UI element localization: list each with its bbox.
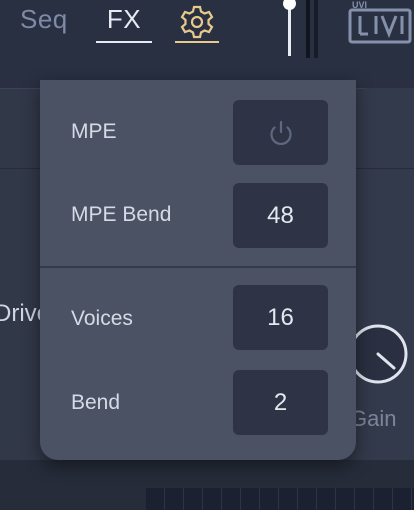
bend-value[interactable]: 2 (233, 370, 328, 435)
level-meter-right (314, 0, 318, 58)
gear-icon[interactable] (175, 2, 219, 42)
mpe-toggle-button[interactable] (233, 100, 328, 165)
mpe-bend-value[interactable]: 48 (233, 183, 328, 248)
top-bar: Seq FX UVI (0, 0, 414, 80)
step-grid[interactable] (146, 488, 414, 510)
popup-divider (40, 266, 356, 268)
gain-label: Gain (350, 406, 397, 431)
voices-label: Voices (71, 307, 133, 330)
tab-fx[interactable]: FX (96, 4, 152, 35)
settings-popup: MPE MPE Bend 48 Voices 16 Bend 2 (40, 80, 356, 460)
tab-fx-underline (96, 41, 152, 43)
bend-label: Bend (71, 391, 121, 414)
voices-value[interactable]: 16 (233, 285, 328, 350)
power-icon (269, 120, 292, 145)
side-panel (352, 88, 414, 460)
level-meter-left (306, 0, 310, 58)
logo-text: UVI (352, 0, 367, 10)
gear-underline (175, 41, 219, 43)
uvi-logo: UVI (348, 0, 412, 44)
mpe-label: MPE (71, 120, 117, 143)
mpe-bend-label: MPE Bend (71, 203, 172, 226)
tab-seq[interactable]: Seq (20, 4, 68, 35)
volume-slider-knob[interactable] (283, 0, 296, 10)
